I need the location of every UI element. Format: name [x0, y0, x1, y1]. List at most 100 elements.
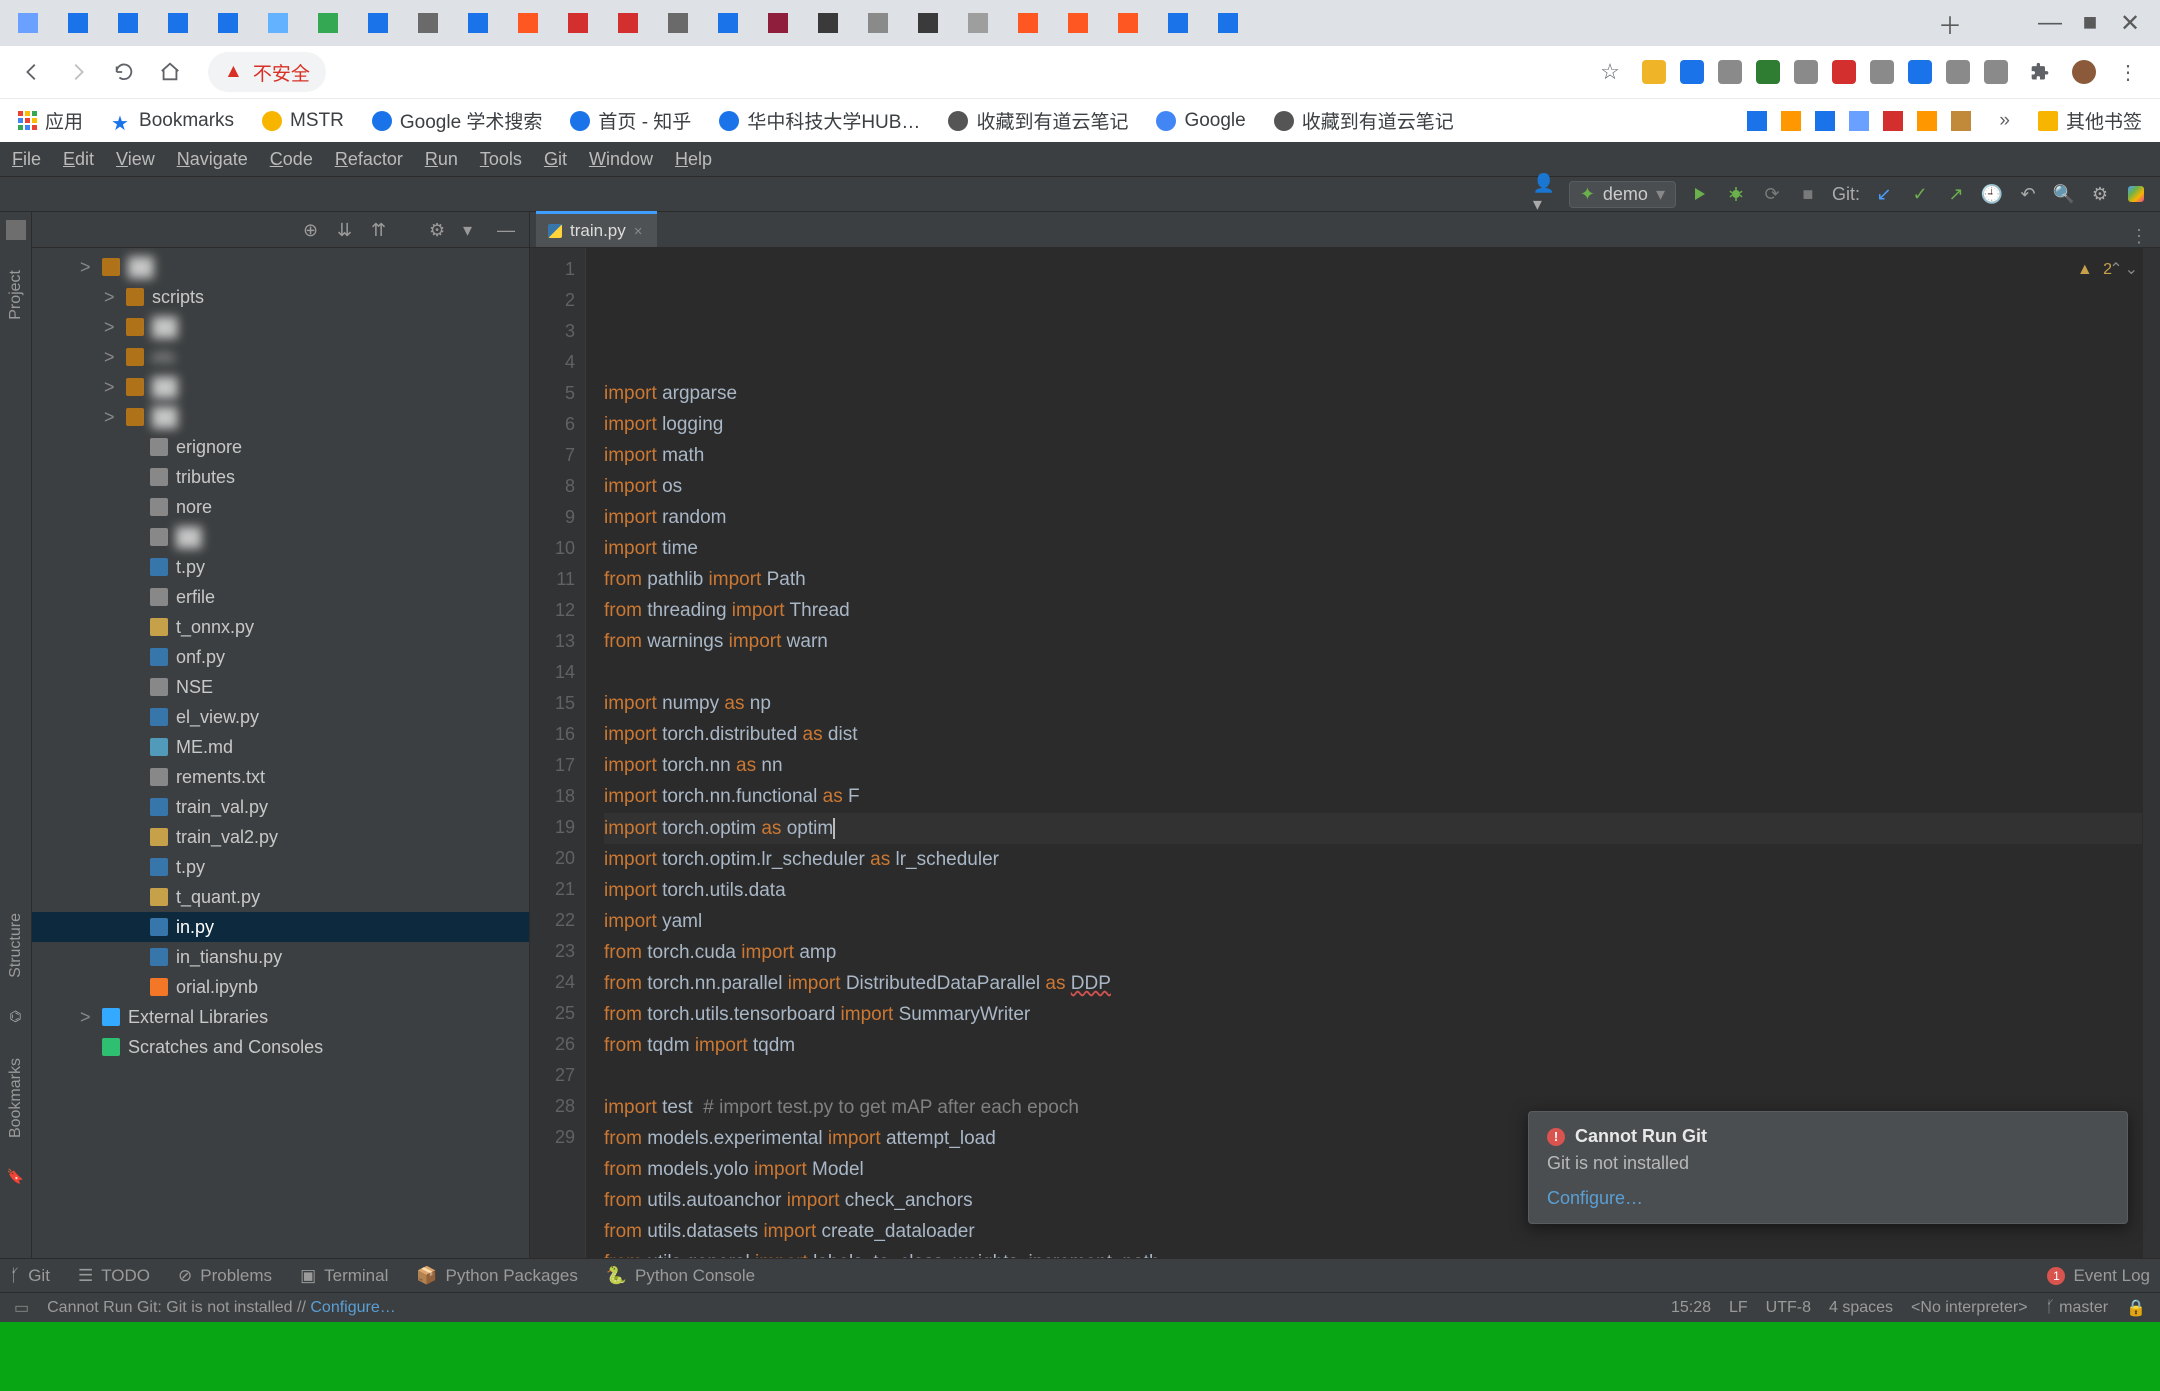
reload-button[interactable]: [110, 58, 138, 86]
bookmark-icon[interactable]: [1849, 111, 1869, 131]
extension-icon[interactable]: [1946, 60, 1970, 84]
menu-help[interactable]: Help: [675, 149, 712, 170]
tree-node[interactable]: rements.txt: [32, 762, 529, 792]
forward-button[interactable]: [64, 58, 92, 86]
tree-node[interactable]: train_val.py: [32, 792, 529, 822]
error-stripe[interactable]: [2142, 248, 2160, 1258]
project-tree[interactable]: >██>scripts>██>els>██>██erignoretributes…: [32, 248, 529, 1258]
tree-node[interactable]: Scratches and Consoles: [32, 1032, 529, 1062]
git-push-button[interactable]: ↗: [1944, 182, 1968, 206]
browser-tab[interactable]: [218, 13, 238, 33]
browser-tab[interactable]: [618, 13, 638, 33]
home-button[interactable]: [156, 58, 184, 86]
extension-icon[interactable]: [1718, 60, 1742, 84]
bookmark-icon[interactable]: [1815, 111, 1835, 131]
browser-tab[interactable]: [968, 13, 988, 33]
menu-navigate[interactable]: Navigate: [177, 149, 248, 170]
tree-node[interactable]: t.py: [32, 552, 529, 582]
editor-tab-train[interactable]: train.py ×: [536, 211, 657, 247]
extension-icon[interactable]: [1642, 60, 1666, 84]
browser-tab[interactable]: [718, 13, 738, 33]
panel-settings-icon[interactable]: ⚙: [429, 220, 449, 240]
browser-tab[interactable]: [1018, 13, 1038, 33]
tree-node[interactable]: t_quant.py: [32, 882, 529, 912]
run-button[interactable]: [1688, 182, 1712, 206]
browser-tab[interactable]: [468, 13, 488, 33]
tree-node[interactable]: nore: [32, 492, 529, 522]
project-tool-button[interactable]: Project: [7, 270, 25, 320]
menu-refactor[interactable]: Refactor: [335, 149, 403, 170]
tree-node[interactable]: in_tianshu.py: [32, 942, 529, 972]
extension-icon[interactable]: [1794, 60, 1818, 84]
tree-node[interactable]: erfile: [32, 582, 529, 612]
git-rollback-button[interactable]: ↶: [2016, 182, 2040, 206]
editor-menu-button[interactable]: ⋮: [2118, 226, 2160, 247]
caret-position[interactable]: 15:28: [1671, 1299, 1711, 1317]
extension-icon[interactable]: [1908, 60, 1932, 84]
bookmark-item[interactable]: MSTR: [262, 110, 344, 132]
tree-node[interactable]: el_view.py: [32, 702, 529, 732]
browser-tab[interactable]: [118, 13, 138, 33]
menu-edit[interactable]: Edit: [63, 149, 94, 170]
other-bookmarks[interactable]: 其他书签: [2038, 107, 2142, 134]
interpreter-selector[interactable]: <No interpreter>: [1911, 1299, 2028, 1317]
structure-tool-button[interactable]: Structure: [7, 913, 25, 978]
inspection-nav[interactable]: ⌃⌄: [2109, 254, 2138, 285]
browser-tab[interactable]: [1218, 13, 1238, 33]
tree-node[interactable]: tributes: [32, 462, 529, 492]
bookmark-item[interactable]: Google 学术搜索: [372, 107, 543, 134]
new-tab-button[interactable]: ＋: [1930, 3, 1970, 43]
tree-node[interactable]: >██: [32, 402, 529, 432]
close-window-button[interactable]: ✕: [2110, 3, 2150, 43]
tree-node[interactable]: t_onnx.py: [32, 612, 529, 642]
extensions-button[interactable]: [2026, 58, 2054, 86]
inspection-badge[interactable]: ▲ 2: [2077, 254, 2112, 285]
browser-tab[interactable]: [1118, 13, 1138, 33]
tool-tab-todo[interactable]: ☰TODO: [78, 1266, 150, 1286]
extension-icon[interactable]: [1984, 60, 2008, 84]
structure-icon[interactable]: ⌬: [6, 1008, 26, 1028]
bookmark-item[interactable]: ★Bookmarks: [111, 110, 234, 132]
browser-tab[interactable]: [818, 13, 838, 33]
browser-tab[interactable]: [518, 13, 538, 33]
tool-tab-git[interactable]: ᚶGit: [10, 1266, 50, 1286]
browser-tab[interactable]: [268, 13, 288, 33]
run-config-selector[interactable]: ✦ demo ▾: [1569, 181, 1676, 208]
bookmark-icon[interactable]: [1917, 111, 1937, 131]
tree-node[interactable]: >██: [32, 312, 529, 342]
ide-plugins-button[interactable]: [2124, 182, 2148, 206]
browser-menu-button[interactable]: ⋮: [2114, 58, 2142, 86]
maximize-button[interactable]: ■: [2070, 3, 2110, 43]
search-everywhere-button[interactable]: 🔍: [2052, 182, 2076, 206]
tree-node[interactable]: >██: [32, 372, 529, 402]
tool-tab-terminal[interactable]: ▣Terminal: [300, 1266, 388, 1286]
tree-node[interactable]: NSE: [32, 672, 529, 702]
browser-tab[interactable]: [868, 13, 888, 33]
back-button[interactable]: [18, 58, 46, 86]
menu-file[interactable]: File: [12, 149, 41, 170]
lock-icon[interactable]: 🔒: [2126, 1298, 2146, 1318]
browser-tab[interactable]: [168, 13, 188, 33]
bookmark-item[interactable]: 首页 - 知乎: [570, 107, 691, 134]
close-tab-icon[interactable]: ×: [634, 223, 643, 240]
bookmark-item[interactable]: 收藏到有道云笔记: [948, 107, 1128, 134]
git-history-button[interactable]: 🕘: [1980, 182, 2004, 206]
tree-node[interactable]: >scripts: [32, 282, 529, 312]
project-icon[interactable]: [6, 220, 26, 240]
collapse-all-icon[interactable]: ⇈: [371, 220, 391, 240]
menu-code[interactable]: Code: [270, 149, 313, 170]
locate-icon[interactable]: ⊕: [303, 220, 323, 240]
tree-node[interactable]: in.py: [32, 912, 529, 942]
browser-tab[interactable]: [1168, 13, 1188, 33]
tree-node[interactable]: >External Libraries: [32, 1002, 529, 1032]
bookmarks-icon[interactable]: 🔖: [6, 1168, 26, 1188]
git-pull-button[interactable]: ↙: [1872, 182, 1896, 206]
apps-button[interactable]: 应用: [18, 107, 83, 134]
browser-tab[interactable]: [1068, 13, 1088, 33]
tree-node[interactable]: erignore: [32, 432, 529, 462]
menu-window[interactable]: Window: [589, 149, 653, 170]
menu-run[interactable]: Run: [425, 149, 458, 170]
profile-icon[interactable]: [2072, 60, 2096, 84]
minimize-button[interactable]: —: [2030, 3, 2070, 43]
bookmarks-tool-button[interactable]: Bookmarks: [7, 1058, 25, 1138]
